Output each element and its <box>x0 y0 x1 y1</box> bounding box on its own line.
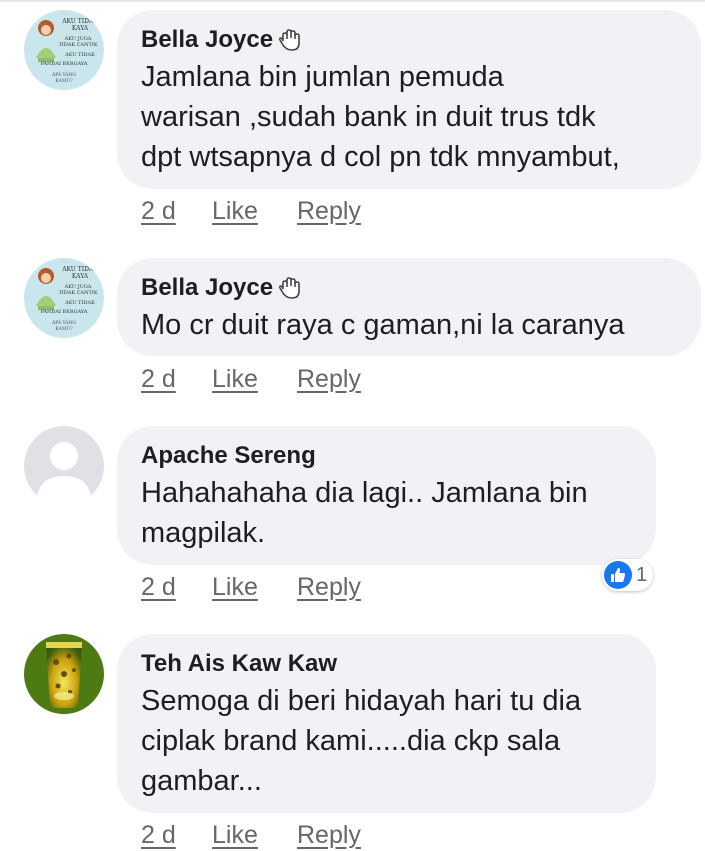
comment-text: Jamlana bin jumlan pemuda warisan ,sudah… <box>141 61 620 173</box>
author-name[interactable]: Teh Ais Kaw Kaw <box>141 649 337 679</box>
waving-hand-icon <box>277 27 303 53</box>
reply-button[interactable]: Reply <box>297 820 361 850</box>
avatar[interactable]: AKU TIDAK KAYA AKU JUGA TIDAK CANTIK AKU… <box>24 258 104 338</box>
top-divider <box>0 0 705 2</box>
svg-text:AKU TIDAK: AKU TIDAK <box>61 18 98 25</box>
svg-text:AKU TIDAK: AKU TIDAK <box>64 52 95 58</box>
like-button[interactable]: Like <box>212 196 258 226</box>
comment-bubble: Apache Sereng Hahahahaha dia lagi.. Jaml… <box>117 426 656 565</box>
comment-bubble: Bella Joyce Jamlana bin jumlan pemuda wa… <box>117 10 701 189</box>
reaction-count: 1 <box>636 563 648 586</box>
svg-text:KAMU?: KAMU? <box>55 326 73 332</box>
svg-text:PANDAI BERGAYA: PANDAI BERGAYA <box>40 61 87 67</box>
reaction-summary[interactable]: 1 <box>602 559 654 591</box>
svg-text:APA YANG: APA YANG <box>51 320 76 326</box>
comment-timestamp[interactable]: 2 d <box>141 820 176 850</box>
comment-bubble: Teh Ais Kaw Kaw Semoga di beri hidayah h… <box>117 634 656 813</box>
svg-text:KAYA: KAYA <box>72 273 89 280</box>
svg-text:TIDAK CANTIK: TIDAK CANTIK <box>58 42 97 48</box>
svg-text:AKU TIDAK: AKU TIDAK <box>64 300 95 306</box>
iced-tea-drink-avatar-icon <box>24 634 104 714</box>
avatar[interactable]: AKU TIDAK KAYA AKU JUGA TIDAK CANTIK AKU… <box>24 10 104 90</box>
svg-text:PANDAI BERGAYA: PANDAI BERGAYA <box>40 309 87 315</box>
avatar[interactable] <box>24 426 104 506</box>
default-person-avatar-icon <box>24 426 104 506</box>
reply-button[interactable]: Reply <box>297 364 361 394</box>
cartoon-girl-avatar-icon: AKU TIDAK KAYA AKU JUGA TIDAK CANTIK AKU… <box>24 10 104 90</box>
comment-bubble: Bella Joyce Mo cr duit raya c gaman,ni l… <box>117 258 701 356</box>
comment-timestamp[interactable]: 2 d <box>141 196 176 226</box>
svg-text:AKU TIDAK: AKU TIDAK <box>61 266 98 273</box>
comment-text: Mo cr duit raya c gaman,ni la caranya <box>141 309 625 341</box>
svg-text:KAMU?: KAMU? <box>55 78 73 84</box>
like-button[interactable]: Like <box>212 820 258 850</box>
like-button[interactable]: Like <box>212 572 258 602</box>
comment-timestamp[interactable]: 2 d <box>141 364 176 394</box>
svg-text:KAYA: KAYA <box>72 25 89 32</box>
avatar[interactable] <box>24 634 104 714</box>
comment-timestamp[interactable]: 2 d <box>141 572 176 602</box>
thumbs-up-icon <box>604 561 632 589</box>
waving-hand-icon <box>277 275 303 301</box>
author-name[interactable]: Apache Sereng <box>141 441 316 471</box>
comment-text: Hahahahaha dia lagi.. Jamlana bin magpil… <box>141 477 588 549</box>
reply-button[interactable]: Reply <box>297 196 361 226</box>
reply-button[interactable]: Reply <box>297 572 361 602</box>
author-name[interactable]: Bella Joyce <box>141 273 273 303</box>
cartoon-girl-avatar-icon: AKU TIDAK KAYA AKU JUGA TIDAK CANTIK AKU… <box>24 258 104 338</box>
svg-text:APA YANG: APA YANG <box>51 72 76 78</box>
svg-text:TIDAK CANTIK: TIDAK CANTIK <box>58 290 97 296</box>
like-button[interactable]: Like <box>212 364 258 394</box>
author-name[interactable]: Bella Joyce <box>141 25 273 55</box>
comment-text: Semoga di beri hidayah hari tu dia cipla… <box>141 685 582 797</box>
